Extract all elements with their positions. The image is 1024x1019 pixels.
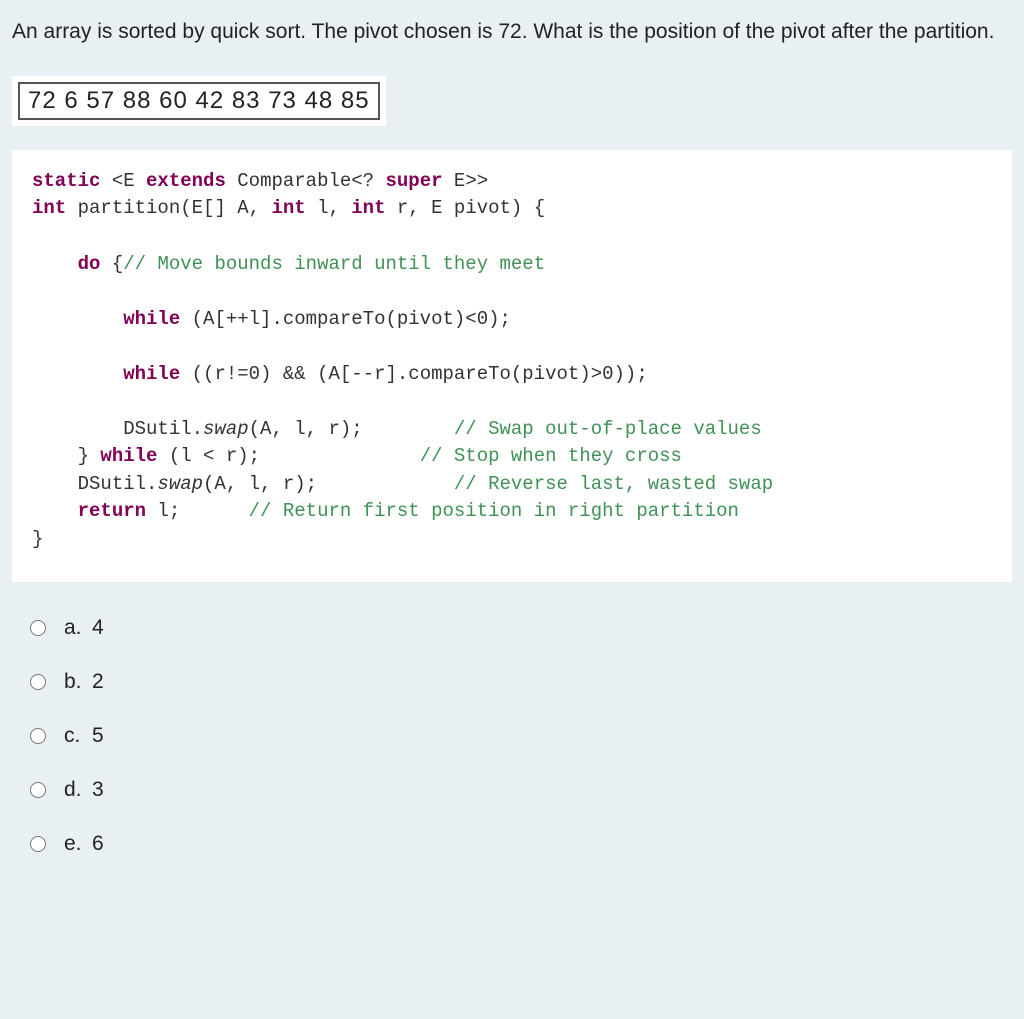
option-b[interactable]: b. 2 (30, 670, 1012, 694)
radio-b[interactable] (30, 674, 46, 690)
question-text: An array is sorted by quick sort. The pi… (12, 12, 1012, 52)
option-letter: e. (64, 832, 92, 856)
array-values: 72 6 57 88 60 42 83 73 48 85 (18, 82, 380, 120)
option-value: 3 (92, 778, 104, 802)
answer-options: a. 4 b. 2 c. 5 d. 3 e. 6 (12, 616, 1012, 856)
option-c[interactable]: c. 5 (30, 724, 1012, 748)
radio-d[interactable] (30, 782, 46, 798)
code-content: static <E extends Comparable<? super E>>… (32, 168, 992, 554)
option-value: 5 (92, 724, 104, 748)
array-image: 72 6 57 88 60 42 83 73 48 85 (12, 76, 386, 126)
code-block: static <E extends Comparable<? super E>>… (12, 150, 1012, 582)
radio-c[interactable] (30, 728, 46, 744)
option-value: 4 (92, 616, 104, 640)
radio-e[interactable] (30, 836, 46, 852)
option-letter: b. (64, 670, 92, 694)
option-letter: c. (64, 724, 92, 748)
option-value: 6 (92, 832, 104, 856)
option-letter: a. (64, 616, 92, 640)
option-a[interactable]: a. 4 (30, 616, 1012, 640)
option-letter: d. (64, 778, 92, 802)
option-value: 2 (92, 670, 104, 694)
radio-a[interactable] (30, 620, 46, 636)
option-d[interactable]: d. 3 (30, 778, 1012, 802)
option-e[interactable]: e. 6 (30, 832, 1012, 856)
